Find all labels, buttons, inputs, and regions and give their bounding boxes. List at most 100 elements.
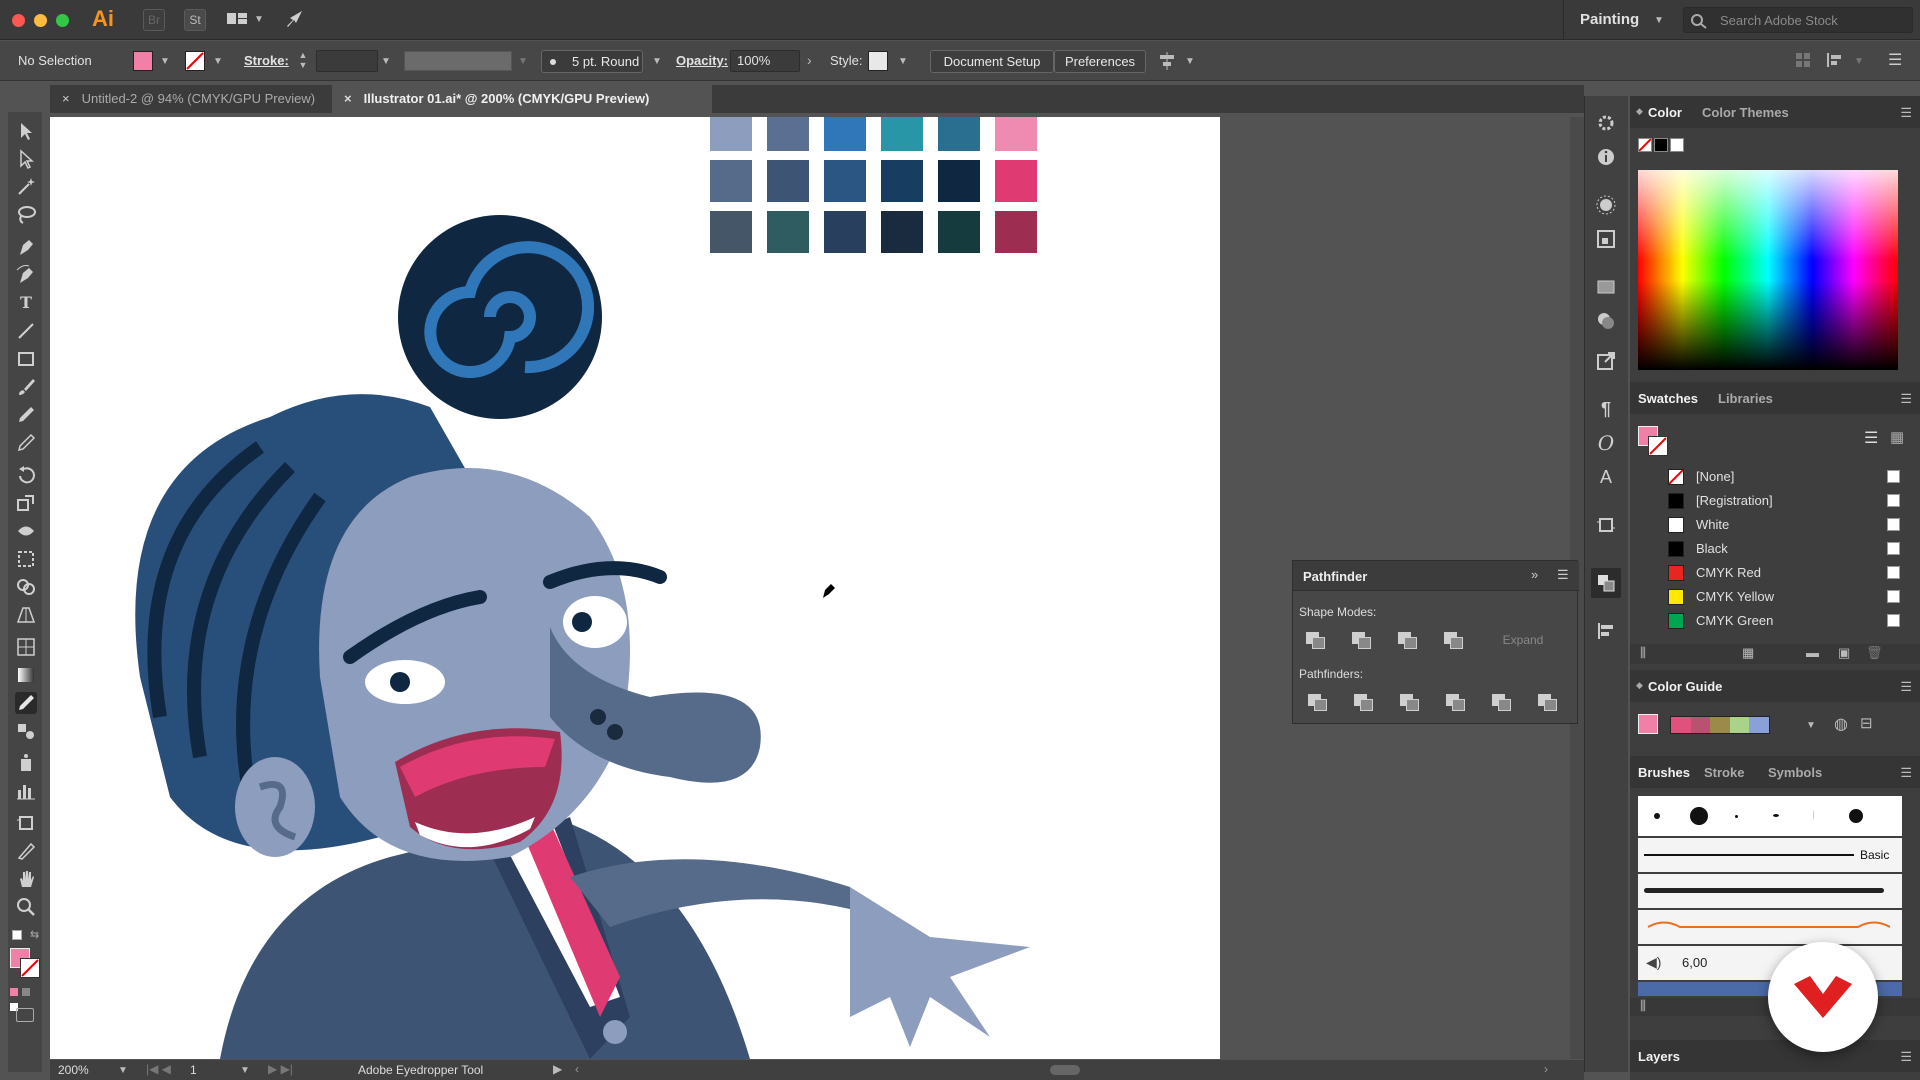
gradient-tool-icon[interactable] bbox=[15, 664, 37, 686]
direct-selection-tool-icon[interactable] bbox=[15, 148, 37, 170]
base-color-button[interactable] bbox=[1638, 714, 1658, 734]
chevron-down-icon[interactable]: ▼ bbox=[160, 56, 170, 67]
stroke-swatch-indicator[interactable] bbox=[1648, 436, 1668, 456]
arrange-documents-button[interactable] bbox=[226, 10, 248, 28]
chevron-down-icon[interactable]: ▼ bbox=[898, 56, 908, 67]
crop-icon[interactable] bbox=[1445, 693, 1465, 711]
shaper-tool-icon[interactable] bbox=[15, 432, 37, 454]
exclude-icon[interactable] bbox=[1443, 631, 1463, 649]
rotate-tool-icon[interactable] bbox=[15, 464, 37, 486]
curvature-tool-icon[interactable] bbox=[15, 264, 37, 286]
unite-icon[interactable] bbox=[1305, 631, 1325, 649]
mesh-tool-icon[interactable] bbox=[15, 636, 37, 658]
eyedropper-tool-icon[interactable] bbox=[15, 692, 37, 714]
selection-tool-icon[interactable] bbox=[15, 120, 37, 142]
lasso-tool-icon[interactable] bbox=[15, 204, 37, 226]
swap-colors-icon[interactable]: ⇆ bbox=[30, 928, 39, 941]
tab-libraries[interactable]: Libraries bbox=[1718, 391, 1773, 406]
color-spectrum[interactable] bbox=[1638, 170, 1898, 370]
default-colors-icon[interactable] bbox=[12, 930, 22, 940]
align-options-button[interactable] bbox=[1158, 52, 1178, 70]
chevron-down-icon[interactable]: ▼ bbox=[118, 1065, 128, 1076]
swatch-item[interactable]: [None] bbox=[1656, 466, 1906, 488]
column-graph-tool-icon[interactable] bbox=[15, 780, 37, 802]
opentype-icon[interactable]: O bbox=[1595, 432, 1617, 454]
pathfinder-dock-button[interactable] bbox=[1591, 568, 1621, 598]
align-panel-icon[interactable] bbox=[1595, 620, 1617, 642]
chevron-down-icon[interactable]: ▼ bbox=[1654, 15, 1664, 26]
light-icon[interactable] bbox=[1595, 194, 1617, 216]
export-icon[interactable] bbox=[1595, 350, 1617, 372]
blend-tool-icon[interactable] bbox=[15, 720, 37, 742]
swatch-item[interactable]: CMYK Red bbox=[1656, 562, 1906, 584]
tab-untitled-2[interactable]: × Untitled-2 @ 94% (CMYK/GPU Preview) bbox=[50, 85, 330, 113]
list-view-icon[interactable]: ☰ bbox=[1864, 428, 1878, 448]
outline-icon[interactable] bbox=[1491, 693, 1511, 711]
magic-wand-tool-icon[interactable] bbox=[15, 176, 37, 198]
paintbrush-tool-icon[interactable] bbox=[15, 376, 37, 398]
chevron-down-icon[interactable]: ▼ bbox=[213, 56, 223, 67]
chevron-down-icon[interactable]: ▼ bbox=[381, 56, 391, 67]
arrow-brush-row[interactable] bbox=[1638, 910, 1902, 944]
shape-builder-tool-icon[interactable] bbox=[15, 576, 37, 598]
scroll-right-icon[interactable]: › bbox=[1544, 1062, 1548, 1076]
transform-button[interactable] bbox=[1795, 52, 1811, 68]
chevron-right-icon[interactable]: › bbox=[807, 52, 812, 68]
harmony-swatch[interactable] bbox=[1690, 717, 1711, 733]
collapse-panel-icon[interactable]: » bbox=[1531, 567, 1538, 582]
brush-tip[interactable] bbox=[1773, 814, 1779, 817]
asset-export-icon[interactable] bbox=[1595, 228, 1617, 250]
basic-brush-row[interactable]: Basic bbox=[1638, 838, 1902, 872]
preferences-button[interactable]: Preferences bbox=[1054, 50, 1146, 73]
brush-tip[interactable] bbox=[1654, 813, 1660, 819]
last-artboard-icon[interactable]: ▶ ▶| bbox=[268, 1062, 293, 1076]
menu-icon[interactable]: ☰ bbox=[1900, 765, 1912, 781]
new-color-group-icon[interactable]: ▬ bbox=[1806, 645, 1819, 660]
menu-icon[interactable]: ☰ bbox=[1900, 679, 1912, 695]
harmony-swatch[interactable] bbox=[1710, 717, 1730, 733]
brush-tip[interactable] bbox=[1813, 810, 1814, 820]
scale-tool-icon[interactable] bbox=[15, 492, 37, 514]
none-color-button[interactable] bbox=[1638, 138, 1652, 152]
brush-tip[interactable] bbox=[1849, 809, 1863, 823]
stroke-color-swatch[interactable] bbox=[185, 51, 205, 71]
harmony-strip[interactable] bbox=[1670, 716, 1770, 734]
perspective-grid-tool-icon[interactable] bbox=[15, 604, 37, 626]
swatch-libraries-icon[interactable]: ⫼ bbox=[1640, 645, 1646, 661]
white-color-button[interactable] bbox=[1670, 138, 1684, 152]
tab-illustrator-01[interactable]: × Illustrator 01.ai* @ 200% (CMYK/GPU Pre… bbox=[332, 85, 712, 113]
menu-icon[interactable]: ☰ bbox=[1888, 50, 1902, 70]
chevron-down-icon[interactable]: ▼ bbox=[1185, 56, 1195, 67]
minus-front-icon[interactable] bbox=[1351, 631, 1371, 649]
transparency-icon[interactable] bbox=[1595, 310, 1617, 332]
stock-button[interactable]: St bbox=[184, 9, 206, 31]
collapse-icon[interactable]: ◆ bbox=[1636, 106, 1643, 117]
expand-button[interactable]: Expand bbox=[1481, 629, 1565, 651]
type-tool-icon[interactable]: T bbox=[15, 292, 37, 314]
tab-swatches[interactable]: Swatches bbox=[1638, 391, 1698, 406]
opacity-field[interactable]: 100% bbox=[730, 50, 800, 72]
free-transform-tool-icon[interactable] bbox=[15, 548, 37, 570]
harmony-swatch[interactable] bbox=[1671, 717, 1691, 733]
menu-icon[interactable]: ☰ bbox=[1900, 391, 1912, 407]
artboard[interactable] bbox=[50, 117, 1220, 1059]
save-color-group-icon[interactable]: ⊟ bbox=[1860, 714, 1873, 732]
pencil-tool-icon[interactable] bbox=[15, 404, 37, 426]
rectangle-tool-icon[interactable] bbox=[15, 348, 37, 370]
character-icon[interactable]: A bbox=[1595, 466, 1617, 488]
zoom-level[interactable]: 200% bbox=[58, 1063, 89, 1077]
chevron-down-icon[interactable]: ▼ bbox=[1806, 720, 1816, 731]
paragraph-icon[interactable]: ¶ bbox=[1595, 398, 1617, 420]
brush-tip[interactable] bbox=[1735, 815, 1738, 818]
brush-tips-row[interactable] bbox=[1638, 796, 1902, 836]
info-icon[interactable] bbox=[1595, 146, 1617, 168]
swatch-item[interactable]: CMYK Yellow bbox=[1656, 586, 1906, 608]
line-segment-tool-icon[interactable] bbox=[15, 320, 37, 342]
brush-libraries-icon[interactable]: ⫼ bbox=[1640, 998, 1646, 1014]
swatch-item[interactable]: Black bbox=[1656, 538, 1906, 560]
intersect-icon[interactable] bbox=[1397, 631, 1417, 649]
chevron-down-icon[interactable]: ▼ bbox=[240, 1065, 250, 1076]
charcoal-brush-row[interactable] bbox=[1638, 874, 1902, 908]
chevron-down-icon[interactable]: ▼ bbox=[1854, 56, 1864, 67]
first-artboard-icon[interactable]: |◀ ◀ bbox=[146, 1062, 171, 1076]
